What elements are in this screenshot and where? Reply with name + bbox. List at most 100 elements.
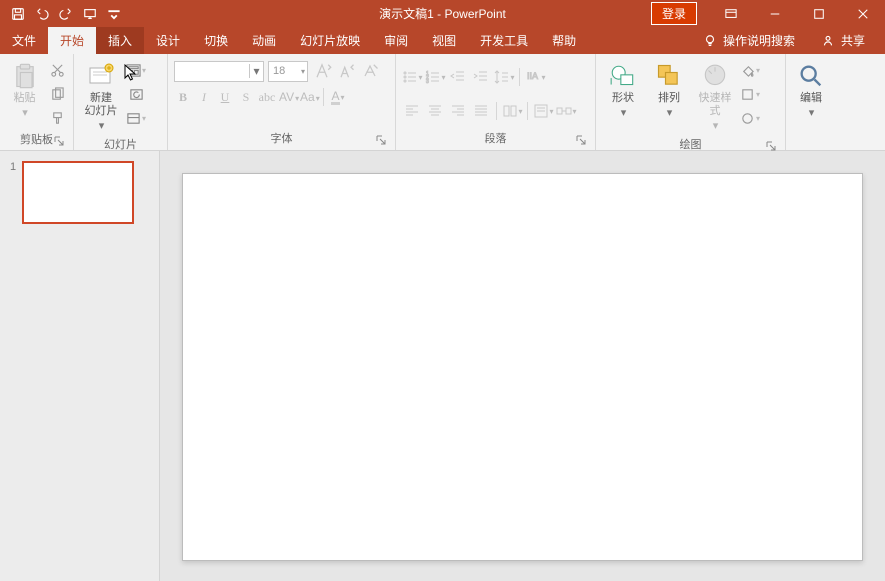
text-direction-button[interactable]: IIA▾ xyxy=(525,66,545,88)
bullets-icon xyxy=(402,69,418,85)
shapes-icon xyxy=(609,62,637,90)
maximize-button[interactable] xyxy=(797,0,841,27)
justify-button[interactable] xyxy=(471,100,491,122)
font-dialog-launcher[interactable] xyxy=(375,135,387,147)
tab-help[interactable]: 帮助 xyxy=(540,27,588,54)
copy-icon xyxy=(50,87,65,102)
clipboard-icon xyxy=(11,62,39,90)
share-button[interactable]: 共享 xyxy=(811,32,875,49)
qat-customize-button[interactable] xyxy=(102,2,126,26)
indent-icon xyxy=(473,69,489,85)
tab-design[interactable]: 设计 xyxy=(144,27,192,54)
slide-panel[interactable]: 1 xyxy=(0,151,160,581)
drawing-dialog-launcher[interactable] xyxy=(765,141,777,153)
shapes-button[interactable]: 形状▾ xyxy=(602,60,644,120)
group-clipboard-label: 剪贴板 xyxy=(6,128,67,151)
cut-button[interactable] xyxy=(47,60,67,80)
quick-styles-label: 快速样式 xyxy=(694,92,736,118)
clipboard-dialog-launcher[interactable] xyxy=(53,136,65,148)
tab-home[interactable]: 开始 xyxy=(48,27,96,54)
quick-styles-button[interactable]: 快速样式▾ xyxy=(694,60,736,133)
slide-editor[interactable] xyxy=(160,151,885,581)
align-center-button[interactable] xyxy=(425,100,445,122)
editing-button[interactable]: 编辑▾ xyxy=(792,60,830,120)
svg-text:3: 3 xyxy=(426,79,429,85)
font-size-combo[interactable]: 18▾ xyxy=(268,61,308,82)
underline-button[interactable]: U xyxy=(216,90,234,105)
section-button[interactable]: ▾ xyxy=(126,108,146,128)
tab-insert[interactable]: 插入 xyxy=(96,27,144,54)
workspace: 1 xyxy=(0,151,885,581)
reset-icon xyxy=(129,87,144,102)
copy-button[interactable] xyxy=(47,84,67,104)
layout-button[interactable]: ▾ xyxy=(126,60,146,80)
new-slide-button[interactable]: 新建 幻灯片 ▾ xyxy=(80,60,122,133)
bold-button[interactable]: B xyxy=(174,90,192,105)
reset-button[interactable] xyxy=(126,84,146,104)
align-text-icon xyxy=(533,103,549,119)
group-slides: 新建 幻灯片 ▾ ▾ ▾ 幻灯片 xyxy=(74,54,168,150)
slide-canvas[interactable] xyxy=(182,173,863,561)
strikethrough-button[interactable]: S xyxy=(237,90,255,105)
align-text-button[interactable]: ▾ xyxy=(533,100,553,122)
arrange-label: 排列 xyxy=(658,92,680,105)
tab-developer[interactable]: 开发工具 xyxy=(468,27,540,54)
paste-button[interactable]: 粘贴 ▾ xyxy=(6,60,43,120)
group-clipboard: 粘贴 ▾ 剪贴板 xyxy=(0,54,74,150)
group-editing-label xyxy=(792,143,830,150)
italic-button[interactable]: I xyxy=(195,90,213,105)
smartart-button[interactable]: ▾ xyxy=(556,100,576,122)
shape-outline-button[interactable]: ▾ xyxy=(740,84,760,104)
slide-thumbnail-1[interactable]: 1 xyxy=(10,161,149,224)
minimize-button[interactable] xyxy=(753,0,797,27)
tab-view[interactable]: 视图 xyxy=(420,27,468,54)
bullets-button[interactable]: ▾ xyxy=(402,66,422,88)
decrease-indent-button[interactable] xyxy=(448,66,468,88)
tab-file[interactable]: 文件 xyxy=(0,27,48,54)
outline-icon xyxy=(740,87,755,102)
arrange-button[interactable]: 排列▾ xyxy=(648,60,690,120)
text-direction-icon: IIA xyxy=(525,69,541,85)
group-paragraph: ▾ 123▾ ▾ IIA▾ ▾ ▾ ▾ 段落 xyxy=(396,54,596,150)
start-from-beginning-button[interactable] xyxy=(78,2,102,26)
group-paragraph-label: 段落 xyxy=(402,127,589,150)
columns-button[interactable]: ▾ xyxy=(502,100,522,122)
search-icon xyxy=(797,62,825,90)
line-spacing-button[interactable]: ▾ xyxy=(494,66,514,88)
increase-indent-button[interactable] xyxy=(471,66,491,88)
align-left-button[interactable] xyxy=(402,100,422,122)
clear-formatting-button[interactable] xyxy=(360,60,380,82)
save-button[interactable] xyxy=(6,2,30,26)
align-right-button[interactable] xyxy=(448,100,468,122)
decrease-font-button[interactable] xyxy=(336,60,356,82)
shape-fill-button[interactable]: ▾ xyxy=(740,60,760,80)
shadow-button[interactable]: abc xyxy=(258,90,276,105)
layout-icon xyxy=(126,63,141,78)
font-name-combo[interactable]: ▾ xyxy=(174,61,264,82)
ribbon-tabs: 文件 开始 插入 设计 切换 动画 幻灯片放映 审阅 视图 开发工具 帮助 操作… xyxy=(0,27,885,54)
share-icon xyxy=(821,34,835,48)
align-left-icon xyxy=(404,103,420,119)
tab-transitions[interactable]: 切换 xyxy=(192,27,240,54)
tab-slideshow[interactable]: 幻灯片放映 xyxy=(288,27,372,54)
numbering-button[interactable]: 123▾ xyxy=(425,66,445,88)
login-button[interactable]: 登录 xyxy=(651,2,697,25)
brush-icon xyxy=(50,111,65,126)
paragraph-dialog-launcher[interactable] xyxy=(575,135,587,147)
format-painter-button[interactable] xyxy=(47,108,67,128)
close-button[interactable] xyxy=(841,0,885,27)
change-case-button[interactable]: Aa▾ xyxy=(300,90,318,105)
tell-me-search[interactable]: 操作说明搜索 xyxy=(693,32,805,49)
ribbon: 粘贴 ▾ 剪贴板 新建 幻灯片 ▾ ▾ ▾ xyxy=(0,54,885,151)
tab-review[interactable]: 审阅 xyxy=(372,27,420,54)
shape-effects-button[interactable]: ▾ xyxy=(740,108,760,128)
slide-number: 1 xyxy=(10,161,16,224)
ribbon-display-options-button[interactable] xyxy=(709,0,753,27)
tab-animations[interactable]: 动画 xyxy=(240,27,288,54)
undo-button[interactable] xyxy=(30,2,54,26)
increase-font-button[interactable] xyxy=(312,60,332,82)
char-spacing-button[interactable]: AV▾ xyxy=(279,90,297,105)
redo-button[interactable] xyxy=(54,2,78,26)
font-color-button[interactable]: A▾ xyxy=(329,89,347,105)
align-right-icon xyxy=(450,103,466,119)
